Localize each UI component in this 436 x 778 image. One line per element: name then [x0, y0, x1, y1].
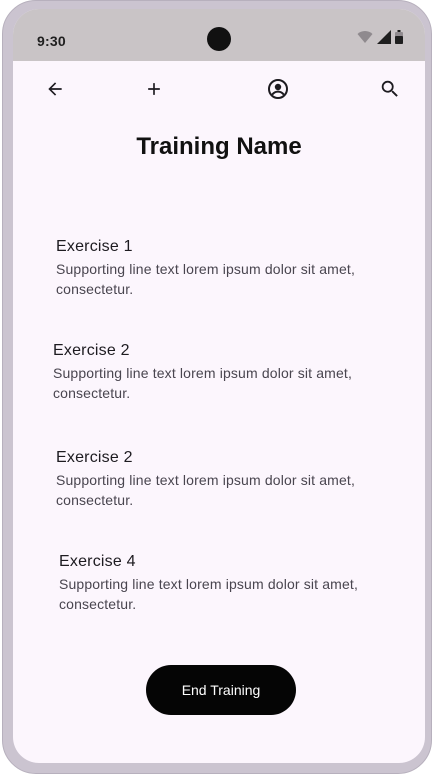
status-icons [357, 30, 403, 49]
camera-cutout [207, 27, 231, 51]
search-button[interactable] [374, 75, 406, 107]
exercise-supporting-text: Supporting line text lorem ipsum dolor s… [56, 261, 355, 297]
wifi-icon [357, 30, 373, 49]
signal-icon [377, 30, 391, 49]
list-item[interactable]: Exercise 2 Supporting line text lorem ip… [53, 341, 383, 403]
top-app-bar [13, 61, 425, 121]
list-item[interactable]: Exercise 1 Supporting line text lorem ip… [56, 237, 386, 299]
page-title: Training Name [136, 133, 302, 160]
battery-icon [395, 30, 403, 49]
add-icon [144, 79, 164, 104]
exercise-title: Exercise 2 [53, 342, 130, 359]
exercise-supporting-text: Supporting line text lorem ipsum dolor s… [53, 365, 352, 401]
status-bar: 9:30 [13, 9, 425, 61]
end-training-button[interactable]: End Training [146, 665, 296, 715]
list-item[interactable]: Exercise 2 Supporting line text lorem ip… [56, 448, 386, 510]
back-button[interactable] [39, 75, 71, 107]
exercise-supporting-text: Supporting line text lorem ipsum dolor s… [59, 576, 358, 612]
exercise-title: Exercise 2 [56, 449, 133, 466]
search-icon [379, 78, 401, 105]
status-time: 9:30 [37, 33, 66, 49]
arrow-back-icon [45, 79, 65, 104]
exercise-title: Exercise 4 [59, 553, 136, 570]
account-circle-icon [266, 77, 290, 106]
add-button[interactable] [138, 75, 170, 107]
list-item[interactable]: Exercise 4 Supporting line text lorem ip… [59, 552, 389, 614]
exercise-supporting-text: Supporting line text lorem ipsum dolor s… [56, 472, 355, 508]
device-frame: 9:30 Training Name Exercise 1 Supporting… [2, 0, 432, 774]
account-button[interactable] [262, 75, 294, 107]
exercise-title: Exercise 1 [56, 238, 133, 255]
phone-screen: 9:30 Training Name Exercise 1 Supporting… [13, 9, 425, 763]
